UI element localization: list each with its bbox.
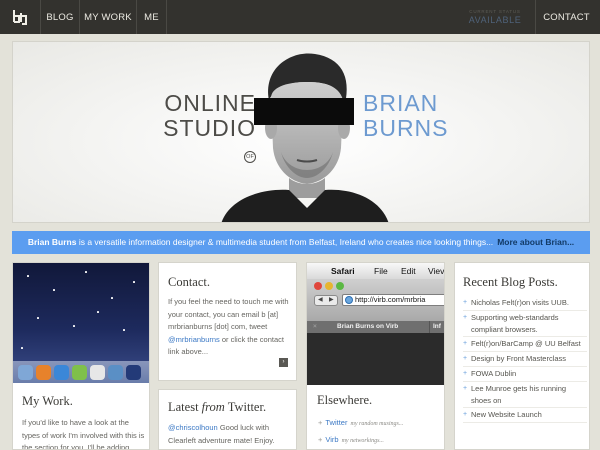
elsewhere-item-note: my random musings...	[350, 421, 404, 427]
eye-censor-bar	[254, 98, 354, 125]
blog-post-item[interactable]: FOWA Dublin	[463, 368, 587, 382]
contact-text-before: If you feel the need to touch me with yo…	[168, 297, 289, 331]
hero-burns: BURNS	[363, 115, 449, 141]
availability-status: CURRENT STATUS AVAILABLE	[455, 9, 535, 26]
hero-brian: BRIAN	[363, 90, 439, 116]
more-about-link[interactable]: More about Brian...	[497, 237, 574, 247]
menu-safari: Safari	[331, 266, 355, 276]
top-navigation: BLOG MY WORK ME CURRENT STATUS AVAILABLE…	[0, 0, 600, 34]
my-work-text: If you'd like to have a look at the type…	[22, 418, 145, 450]
plus-icon: +	[318, 418, 323, 427]
contact-panel: Contact. If you feel the need to touch m…	[158, 262, 297, 381]
twitter-title-suffix: Twitter.	[224, 400, 267, 414]
dock-app-icon	[108, 365, 123, 380]
dock-ical-icon	[90, 365, 105, 380]
contact-arrow-button[interactable]: ›	[279, 358, 288, 367]
hero-title-right: BRIAN BURNS	[363, 91, 449, 141]
tweet-mention-link[interactable]: @chriscolhoun	[168, 423, 218, 432]
site-logo[interactable]	[0, 0, 41, 34]
blog-title: Recent Blog Posts.	[463, 275, 558, 289]
contact-text: If you feel the need to touch me with yo…	[168, 296, 292, 359]
blog-post-item[interactable]: Supporting web-standards compliant brows…	[463, 312, 587, 338]
back-forward-buttons: ◀ ▶	[314, 295, 338, 306]
nav-contact[interactable]: CONTACT	[535, 0, 597, 34]
hero-online: ONLINE	[164, 90, 256, 116]
forward-icon: ▶	[329, 297, 334, 303]
nav-me[interactable]: ME	[137, 0, 167, 34]
contact-title: Contact.	[168, 275, 211, 289]
minimize-window-icon	[325, 282, 333, 290]
tab-virb: Brian Burns on Virb	[337, 323, 399, 330]
elsewhere-panel: Safari File Edit Viev ◀ ▶ http://virb.co…	[306, 262, 445, 450]
blog-post-item[interactable]: Felt(r)on/BarCamp @ UU Belfast	[463, 338, 587, 353]
address-url: http://virb.com/mrbria	[355, 295, 426, 304]
elsewhere-item-note: my networkings...	[341, 438, 384, 444]
hero-studio: STUDIO	[163, 115, 256, 141]
blog-post-list: Nicholas Felt(r)on visits UUB. Supportin…	[463, 297, 587, 424]
nav-my-work[interactable]: MY WORK	[80, 0, 137, 34]
logo-icon	[13, 10, 27, 25]
elsewhere-item-name: Virb	[325, 435, 339, 444]
blog-post-item[interactable]: New Website Launch	[463, 409, 587, 424]
back-icon: ◀	[318, 297, 323, 303]
tab-second: Inf	[429, 321, 444, 333]
tab-close-icon: ×	[313, 323, 317, 330]
hero-title-left: ONLINE STUDIO OF	[154, 91, 256, 166]
banner-name: Brian Burns	[27, 237, 77, 247]
blog-post-item[interactable]: Lee Munroe gets his running shoes on	[463, 383, 587, 409]
my-work-title: My Work.	[22, 394, 73, 408]
twitter-title-prefix: Latest	[168, 400, 202, 414]
twitter-panel: Latest from Twitter. @chriscolhoun Good …	[158, 389, 297, 450]
menu-file: File	[374, 266, 388, 276]
banner-text: is a versatile information designer & mu…	[76, 237, 494, 247]
twitter-title: Latest from Twitter.	[168, 400, 266, 415]
dock-adium-icon	[72, 365, 87, 380]
elsewhere-item-twitter[interactable]: + Twitter my random musings...	[318, 415, 403, 432]
mac-menubar: Safari File Edit Viev	[307, 263, 445, 279]
tweet-text: @chriscolhoun Good luck with Clearleft a…	[168, 422, 292, 447]
menu-edit: Edit	[401, 266, 416, 276]
menu-view: Viev	[428, 266, 445, 276]
zoom-window-icon	[336, 282, 344, 290]
blog-post-item[interactable]: Nicholas Felt(r)on visits UUB.	[463, 297, 587, 311]
address-bar: http://virb.com/mrbria	[342, 294, 444, 306]
browser-content	[307, 333, 444, 385]
dock-firefox-icon	[36, 365, 51, 380]
work-thumbnail[interactable]	[13, 263, 149, 383]
intro-banner: Brian Burns is a versatile information d…	[12, 231, 590, 254]
plus-icon: +	[318, 435, 323, 444]
dock-finder-icon	[18, 365, 33, 380]
close-window-icon	[314, 282, 322, 290]
my-work-panel: My Work. If you'd like to have a look at…	[12, 262, 150, 450]
status-value: AVAILABLE	[468, 15, 522, 25]
elsewhere-item-name: Twitter	[325, 418, 348, 427]
blog-post-item[interactable]: Design by Front Masterclass	[463, 353, 587, 367]
elsewhere-title: Elsewhere.	[317, 393, 373, 407]
globe-icon	[345, 296, 353, 304]
blog-posts-panel: Recent Blog Posts. Nicholas Felt(r)on vi…	[454, 262, 590, 450]
twitter-title-italic: from	[201, 400, 225, 414]
browser-toolbar: ◀ ▶ http://virb.com/mrbria	[307, 279, 444, 321]
elsewhere-list: + Twitter my random musings... + Virb my net…	[318, 415, 403, 449]
browser-tabbar: × Brian Burns on Virb Inf	[307, 321, 444, 333]
hero-banner: ONLINE STUDIO OF BRIAN BURNS	[12, 41, 590, 223]
hero-of-badge: OF	[244, 151, 256, 163]
dock-safari-icon	[54, 365, 69, 380]
contact-twitter-link[interactable]: @mrbrianburns	[168, 335, 220, 344]
elsewhere-item-virb[interactable]: + Virb my networkings...	[318, 432, 403, 449]
dock-photoshop-icon	[126, 365, 141, 380]
nav-blog[interactable]: BLOG	[41, 0, 80, 34]
